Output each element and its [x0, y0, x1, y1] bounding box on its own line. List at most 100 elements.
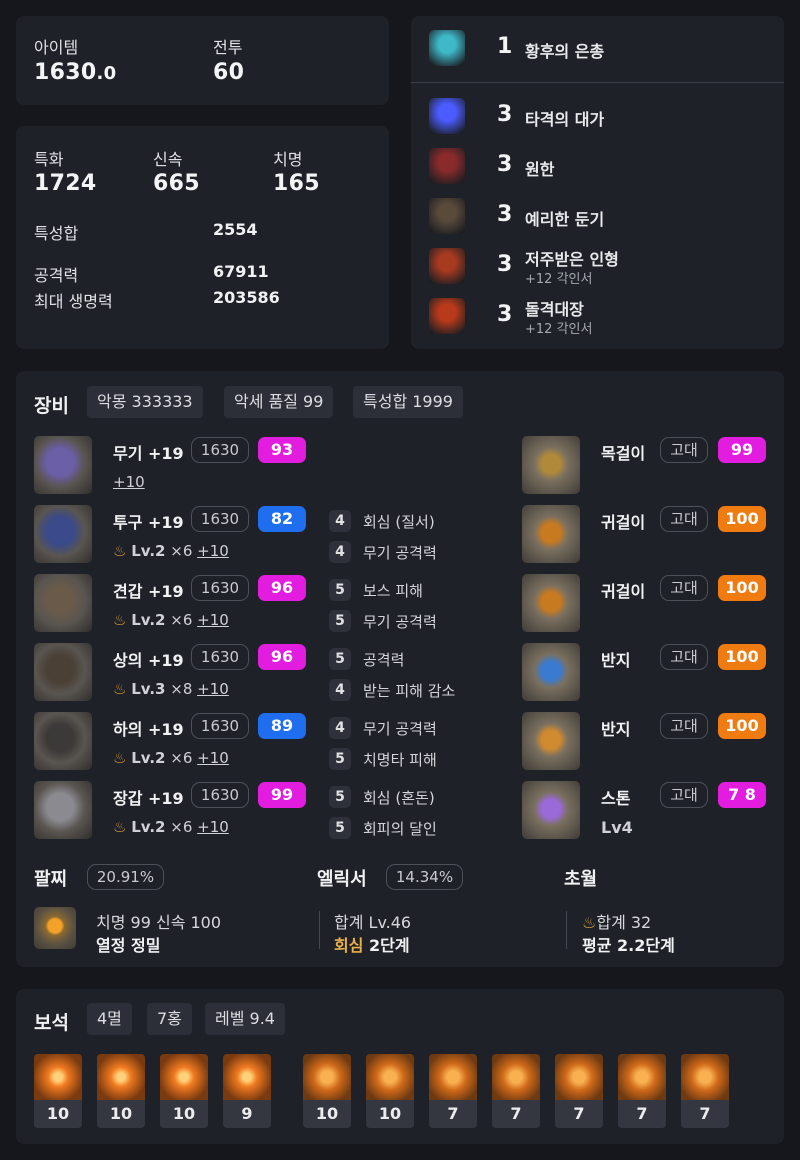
gem-slot[interactable]: 10 [97, 1054, 145, 1128]
gear-item-level: 1630 [191, 437, 249, 463]
elixir-title: 엘릭서 [317, 869, 367, 890]
accessory-name: 스톤 [601, 789, 631, 808]
gem-slot[interactable]: 7 [681, 1054, 729, 1128]
engraving-icon [429, 248, 465, 284]
gear-icon[interactable] [34, 436, 92, 494]
engraving-book: +12 각인서 [525, 272, 593, 287]
engravings-card: 1 황후의 은총 3 타격의 대가 3 원한 3 예리한 둔기 3 저주받은 인형 +12 각인서 3… [411, 16, 784, 349]
crimson-gem-icon [618, 1054, 666, 1100]
item-level-value: 1630.0 [34, 60, 117, 85]
combat-level-value: 60 [213, 60, 245, 85]
gear-quality: 96 [258, 644, 306, 670]
gear-refine-link[interactable]: +10 [197, 749, 229, 767]
bracelet-title: 팔찌 [34, 869, 68, 890]
engraving-row[interactable]: 3 원한 [427, 146, 767, 186]
accessory-icon[interactable] [522, 436, 580, 494]
effect-name: 회심 (질서) [363, 513, 435, 531]
gear-sub-line: ♨ Lv.2 ×6 +10 [113, 818, 229, 836]
stat-total-value: 2554 [213, 220, 258, 239]
gem-level: 10 [366, 1100, 414, 1128]
gem-slot[interactable]: 7 [618, 1054, 666, 1128]
gear-icon[interactable] [34, 505, 92, 563]
engraving-row[interactable]: 3 타격의 대가 [427, 96, 767, 136]
gear-quality: 96 [258, 575, 306, 601]
gem-slot[interactable]: 7 [555, 1054, 603, 1128]
stat-attack-value: 67911 [213, 262, 269, 281]
engraving-level: 3 [497, 302, 513, 327]
engraving-name: 저주받은 인형 [525, 250, 619, 269]
gear-name: 투구 +19 [113, 513, 184, 532]
gear-refine-link[interactable]: +10 [197, 680, 229, 698]
gem-slot[interactable]: 9 [223, 1054, 271, 1128]
accessory-icon[interactable] [522, 781, 580, 839]
gear-advanced-count: ×8 [170, 680, 193, 698]
engraving-icon [429, 30, 465, 66]
gear-item-level: 1630 [191, 575, 249, 601]
engraving-level: 3 [497, 252, 513, 277]
engraving-icon [429, 148, 465, 184]
gear-sub-line: ♨ Lv.2 ×6 +10 [113, 611, 229, 629]
effect-level-badge: 4 [329, 717, 351, 739]
gear-icon[interactable] [34, 574, 92, 632]
gear-quality: 89 [258, 713, 306, 739]
accessory-name: 귀걸이 [601, 582, 646, 601]
engraving-icon [429, 198, 465, 234]
gear-name: 하의 +19 [113, 720, 184, 739]
engraving-row[interactable]: 1 황후의 은총 [427, 28, 767, 68]
gem-level: 7 [555, 1100, 603, 1128]
gear-quality: 93 [258, 437, 306, 463]
summary-card: 아이템 1630.0 전투 60 [16, 16, 389, 105]
stats-card: 특화 1724 신속 665 치명 165 특성합 2554 공격력 67911… [16, 126, 389, 349]
stat-swift-value: 665 [153, 171, 200, 196]
gear-advanced-level: Lv.2 [131, 749, 166, 767]
effect-name: 보스 피해 [363, 582, 423, 600]
gear-name: 견갑 +19 [113, 582, 184, 601]
gear-item-level: 1630 [191, 782, 249, 808]
gear-quality: 82 [258, 506, 306, 532]
gear-advanced-count: ×6 [170, 818, 193, 836]
effect-level-badge: 5 [329, 610, 351, 632]
gem-slot[interactable]: 10 [34, 1054, 82, 1128]
effect-name: 받는 피해 감소 [363, 682, 456, 700]
stat-swift-label: 신속 [153, 150, 183, 169]
accessory-name: 반지 [601, 651, 631, 670]
engraving-row[interactable]: 3 저주받은 인형 +12 각인서 [427, 246, 767, 287]
crimson-gem-icon [492, 1054, 540, 1100]
bracelet-icon[interactable] [34, 907, 76, 949]
accessory-grade: 고대 [660, 575, 708, 601]
gear-icon[interactable] [34, 643, 92, 701]
doom-gem-icon [223, 1054, 271, 1100]
gear-advanced-count: ×6 [170, 542, 193, 560]
stat-crit-value: 165 [273, 171, 320, 196]
gear-refine-link[interactable]: +10 [197, 818, 229, 836]
gear-advanced-level: Lv.2 [131, 611, 166, 629]
bracelet-stats: 치명 99 신속 100 [96, 913, 222, 932]
gem-level: 7 [681, 1100, 729, 1128]
accessory-icon[interactable] [522, 643, 580, 701]
gem-slot[interactable]: 7 [492, 1054, 540, 1128]
engraving-name: 돌격대장 [525, 300, 584, 319]
accessory-quality: 100 [718, 644, 766, 670]
engraving-row[interactable]: 3 예리한 둔기 [427, 196, 767, 236]
gear-refine-link[interactable]: +10 [113, 473, 145, 491]
gear-quality: 99 [258, 782, 306, 808]
gem-slot[interactable]: 10 [366, 1054, 414, 1128]
engraving-icon [429, 298, 465, 334]
doom-gem-icon [34, 1054, 82, 1100]
accessory-icon[interactable] [522, 712, 580, 770]
engraving-row[interactable]: 3 돌격대장 +12 각인서 [427, 296, 767, 337]
accessory-icon[interactable] [522, 505, 580, 563]
gear-refine-link[interactable]: +10 [197, 611, 229, 629]
elixir-total: 합계 Lv.46 [334, 913, 412, 932]
gem-slot[interactable]: 7 [429, 1054, 477, 1128]
doom-gem-icon [97, 1054, 145, 1100]
gear-refine-link[interactable]: +10 [197, 542, 229, 560]
gem-level: 10 [34, 1100, 82, 1128]
gear-icon[interactable] [34, 781, 92, 839]
stat-crit-label: 치명 [273, 150, 303, 169]
gear-icon[interactable] [34, 712, 92, 770]
gem-slot[interactable]: 10 [160, 1054, 208, 1128]
gem-slot[interactable]: 10 [303, 1054, 351, 1128]
accessory-icon[interactable] [522, 574, 580, 632]
gear-name: 장갑 +19 [113, 789, 184, 808]
